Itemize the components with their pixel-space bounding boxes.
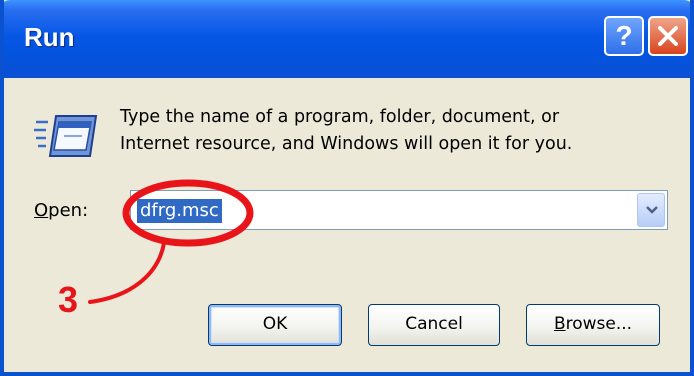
run-dialog: Run ? Type the name of a program, folder… bbox=[0, 0, 694, 376]
annotation-number: 3 bbox=[58, 279, 78, 320]
browse-label: rowse... bbox=[565, 314, 633, 334]
cancel-button[interactable]: Cancel bbox=[368, 304, 500, 346]
annotation-ellipse bbox=[122, 179, 254, 247]
ok-button[interactable]: OK bbox=[208, 304, 342, 346]
browse-accelerator: B bbox=[553, 314, 566, 334]
annotation-pointer-line bbox=[88, 241, 166, 304]
browse-button[interactable]: Browse... bbox=[526, 304, 660, 346]
